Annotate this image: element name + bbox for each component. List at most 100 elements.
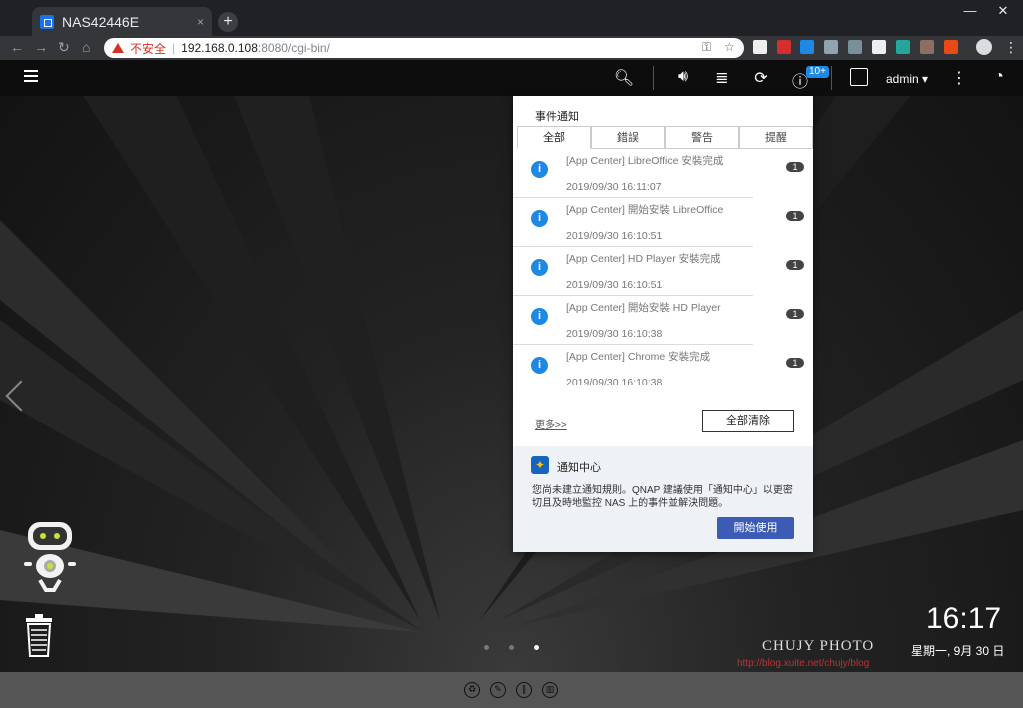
maximize-button[interactable] (955, 0, 989, 24)
reload-icon[interactable]: ↻ (58, 39, 70, 56)
clear-all-button[interactable]: 全部清除 (702, 410, 794, 432)
page-dot[interactable] (484, 645, 489, 650)
event-notification-panel: 事件通知 全部 錯誤 警告 提醒 i [App Center] LibreOff… (513, 96, 813, 552)
separator: | (172, 41, 176, 55)
lightbulb-icon: i (531, 357, 548, 374)
notification-badge: 10+ (806, 66, 829, 78)
notification-message: [App Center] LibreOffice 安裝完成 (566, 155, 724, 167)
browser-menu-icon[interactable]: ⋮ (1004, 39, 1018, 56)
extension-image-icon[interactable] (896, 40, 910, 54)
watermark-url: http://blog.xuite.net/chujy/blog (737, 658, 870, 669)
notification-item[interactable]: i [App Center] Chrome 安裝完成 2019/09/30 16… (513, 345, 813, 385)
notification-item[interactable]: i [App Center] 開始安裝 LibreOffice 2019/09/… (513, 198, 813, 247)
notification-message: [App Center] 開始安裝 HD Player (566, 302, 721, 314)
page-dot[interactable] (509, 645, 514, 650)
volume-icon[interactable]: 🔊︎ (672, 68, 694, 86)
bookmark-star-icon[interactable]: ☆ (724, 40, 735, 54)
background-rays (0, 60, 1023, 632)
notification-center-title: 通知中心 (557, 462, 601, 474)
trash-icon[interactable] (22, 612, 56, 658)
warning-icon (112, 43, 124, 53)
home-icon[interactable]: ⌂ (82, 39, 90, 55)
notification-message: [App Center] HD Player 安裝完成 (566, 253, 721, 265)
notification-time: 2019/09/30 16:11:07 (566, 181, 662, 193)
notification-tabs: 全部 錯誤 警告 提醒 (517, 126, 813, 149)
tab-all[interactable]: 全部 (517, 126, 591, 149)
notification-center-promo: ✦ 通知中心 您尚未建立通知規則。QNAP 建議使用「通知中心」以更密切且及時地… (513, 446, 813, 552)
book-icon[interactable]: ▥ (542, 682, 558, 698)
notification-item[interactable]: i [App Center] HD Player 安裝完成 2019/09/30… (513, 247, 813, 296)
browser-tab-strip: NAS42446E × + — ✕ (0, 0, 1023, 36)
address-bar[interactable]: 不安全 | 192.168.0.108 :8080/cgi-bin/ ⚿ ☆ (104, 38, 744, 58)
tab-info[interactable]: 提醒 (739, 126, 813, 148)
lightbulb-icon: i (531, 308, 548, 325)
recycle-icon[interactable]: ♻ (464, 682, 480, 698)
profile-avatar[interactable] (976, 39, 992, 55)
clock-date: 星期一, 9月 30 日 (911, 644, 1005, 658)
lightbulb-icon: i (531, 161, 548, 178)
close-window-button[interactable]: ✕ (986, 0, 1020, 24)
extension-form-icon[interactable] (753, 40, 767, 54)
notification-center-description: 您尚未建立通知規則。QNAP 建議使用「通知中心」以更密切且及時地監控 NAS … (532, 485, 793, 509)
qts-top-bar: 🔍︎ 🔊︎ ≣ ⟳ ⓘ 10+ admin ▾ ⋮ ◔ (0, 60, 1023, 96)
page-indicator (484, 645, 539, 650)
qnap-favicon-icon (40, 14, 54, 29)
notification-message: [App Center] 開始安裝 LibreOffice (566, 204, 724, 216)
notification-center-icon: ✦ (531, 456, 549, 474)
extension-bug-icon[interactable] (824, 40, 838, 54)
notification-message: [App Center] Chrome 安裝完成 (566, 351, 711, 363)
helpdesk-robot-icon[interactable] (20, 520, 80, 596)
tab-close-icon[interactable]: × (197, 15, 204, 29)
get-started-button[interactable]: 開始使用 (717, 517, 794, 539)
extension-tool-icon[interactable] (848, 40, 862, 54)
forward-arrow-icon[interactable]: → (34, 39, 48, 55)
notification-count: 1 (786, 358, 804, 368)
tab-title: NAS42446E (62, 13, 140, 30)
divider (831, 66, 832, 90)
panel-title: 事件通知 (535, 111, 579, 123)
notification-item[interactable]: i [App Center] 開始安裝 HD Player 2019/09/30… (513, 296, 813, 345)
new-tab-button[interactable]: + (218, 12, 238, 32)
extension-qr-icon[interactable] (872, 40, 886, 54)
main-menu-icon[interactable] (24, 70, 38, 82)
user-icon[interactable] (850, 68, 868, 86)
tab-errors[interactable]: 錯誤 (591, 126, 665, 148)
notification-time: 2019/09/30 16:10:51 (566, 279, 663, 291)
notification-time: 2019/09/30 16:10:51 (566, 230, 663, 242)
insecure-label[interactable]: 不安全 (130, 40, 166, 57)
more-link[interactable]: 更多>> (535, 416, 567, 431)
wrench-icon[interactable]: ✎ (490, 682, 506, 698)
tab-warnings[interactable]: 警告 (665, 126, 739, 148)
more-options-icon[interactable]: ⋮ (948, 68, 970, 88)
extension-gem-icon[interactable] (944, 40, 958, 54)
page-dot-active[interactable] (534, 645, 539, 650)
clock-time: 16:17 (926, 602, 1002, 635)
notification-time: 2019/09/30 16:10:38 (566, 328, 663, 340)
stack-icon[interactable]: ≣ (711, 68, 733, 88)
notification-count: 1 (786, 260, 804, 270)
notification-item[interactable]: i [App Center] LibreOffice 安裝完成 2019/09/… (513, 149, 813, 198)
url-path: :8080/cgi-bin/ (257, 41, 330, 55)
extension-eye-icon[interactable] (920, 40, 934, 54)
notification-count: 1 (786, 162, 804, 172)
notification-time: 2019/09/30 16:10:38 (566, 377, 663, 385)
extension-arrow-icon[interactable] (800, 40, 814, 54)
search-icon[interactable]: 🔍︎ (613, 68, 635, 88)
browser-tab[interactable]: NAS42446E × (32, 7, 212, 36)
back-arrow-icon[interactable]: ← (10, 39, 24, 55)
username: admin (886, 72, 919, 86)
dashboard-gauge-icon[interactable]: ◔ (988, 68, 1010, 86)
key-icon[interactable]: ⚿ (702, 40, 711, 55)
divider (653, 66, 654, 90)
notification-count: 1 (786, 211, 804, 221)
watermark-title: CHUJY PHOTO (762, 638, 875, 654)
sync-icon[interactable]: ⟳ (750, 68, 772, 88)
lightbulb-icon: i (531, 259, 548, 276)
notification-count: 1 (786, 309, 804, 319)
qts-desktop: 🔍︎ 🔊︎ ≣ ⟳ ⓘ 10+ admin ▾ ⋮ ◔ CHUJY PHOTO … (0, 60, 1023, 708)
extension-abp-icon[interactable] (777, 40, 791, 54)
taskbar: ♻ ✎ ∥ ▥ (0, 672, 1023, 708)
user-menu[interactable]: admin ▾ (886, 72, 928, 86)
bars-icon[interactable]: ∥ (516, 682, 532, 698)
notification-list: i [App Center] LibreOffice 安裝完成 2019/09/… (513, 149, 813, 385)
